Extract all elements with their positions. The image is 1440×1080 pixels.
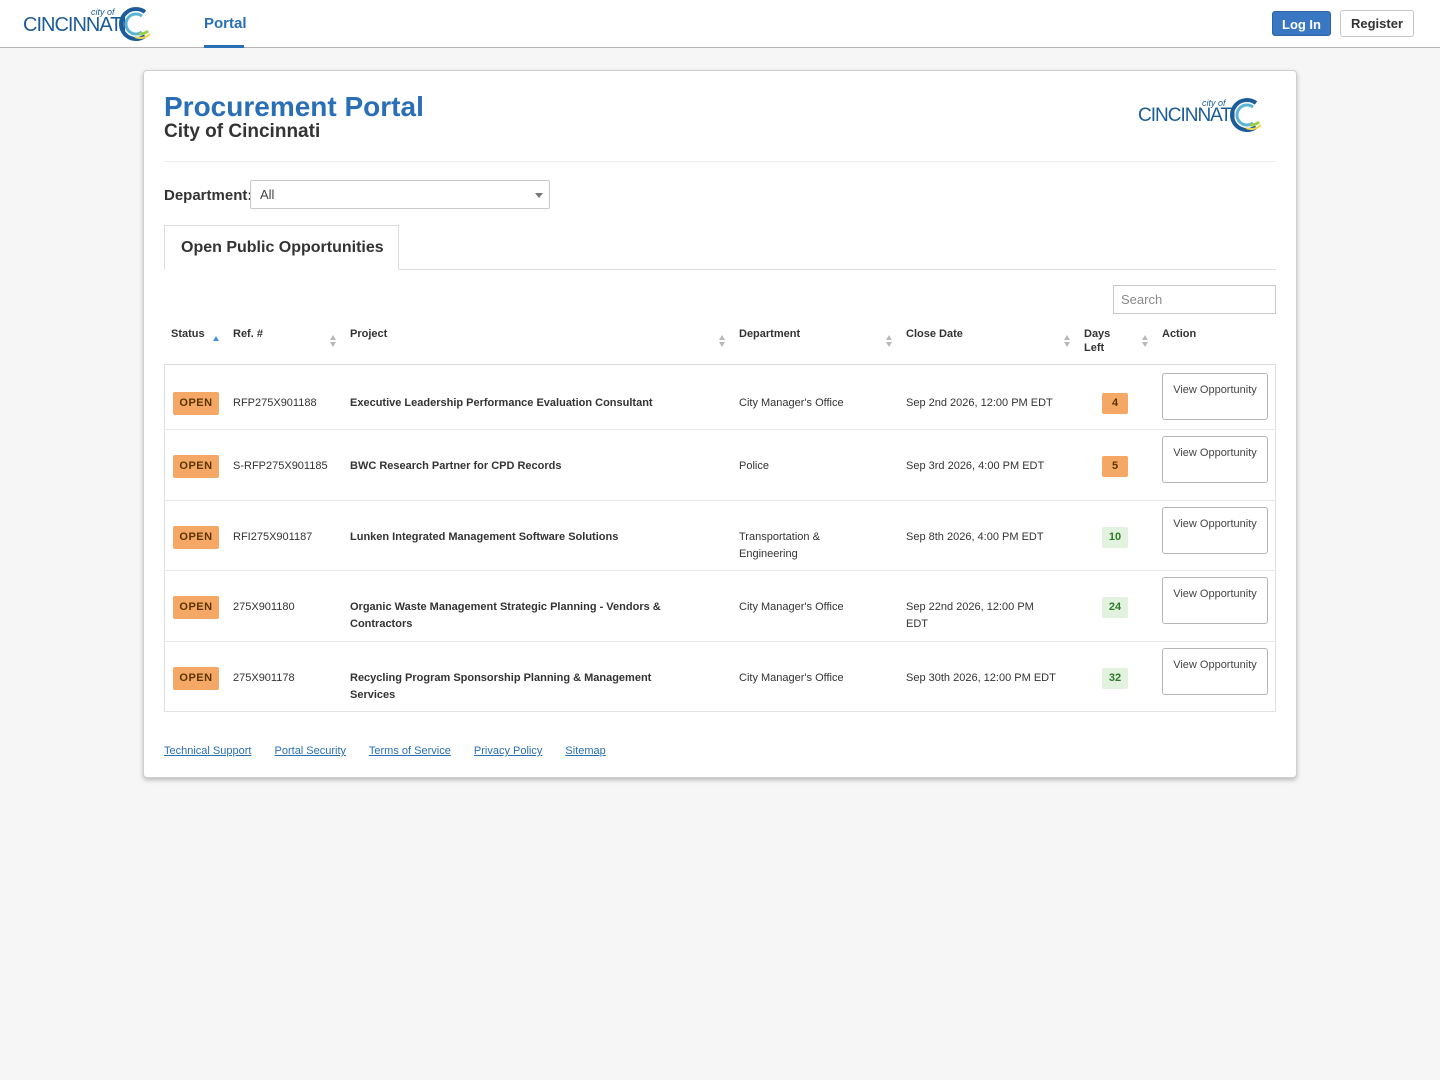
sort-ascending-icon[interactable] xyxy=(213,336,219,341)
close-date: Sep 22nd 2026, 12:00 PM EDT xyxy=(906,601,1034,630)
footer-link-technical-support[interactable]: Technical Support xyxy=(164,745,251,757)
view-opportunity-button[interactable]: View Opportunity xyxy=(1162,577,1268,624)
column-header-department[interactable]: Department xyxy=(739,327,800,341)
column-header-days-left[interactable]: Days Left xyxy=(1084,327,1124,355)
days-left-badge: 32 xyxy=(1102,668,1128,689)
table-header: Status Ref. # Project Department Close D… xyxy=(164,319,1276,365)
table-row: OPEN 275X901178 Recycling Program Sponso… xyxy=(165,641,1275,711)
department-name: City Manager's Office xyxy=(739,672,844,684)
days-left-badge: 10 xyxy=(1102,527,1128,548)
table-row: OPEN RFP275X901188 Executive Leadership … xyxy=(165,365,1275,429)
project-name: BWC Research Partner for CPD Records xyxy=(350,460,562,472)
department-name: City Manager's Office xyxy=(739,397,844,409)
top-navbar: city of CINCINNATI Portal Log In Registe… xyxy=(0,0,1440,48)
project-name: Lunken Integrated Management Software So… xyxy=(350,531,619,543)
ref-number: RFI275X901187 xyxy=(233,531,313,543)
days-left-badge: 24 xyxy=(1102,597,1128,618)
login-button[interactable]: Log In xyxy=(1272,11,1331,36)
department-select[interactable]: All xyxy=(250,180,550,209)
footer-links: Technical Support Portal Security Terms … xyxy=(164,745,626,757)
table-row: OPEN S-RFP275X901185 BWC Research Partne… xyxy=(165,429,1275,500)
sort-icon[interactable] xyxy=(1142,335,1149,348)
ref-number: 275X901178 xyxy=(233,672,295,684)
footer-link-sitemap[interactable]: Sitemap xyxy=(565,745,605,757)
logo-c-emblem-icon xyxy=(119,7,151,41)
close-date: Sep 2nd 2026, 12:00 PM EDT xyxy=(906,397,1053,409)
footer-link-privacy-policy[interactable]: Privacy Policy xyxy=(474,745,542,757)
department-name: Transportation & Engineering xyxy=(739,531,820,560)
card-city-logo: city of CINCINNATI xyxy=(1138,93,1264,137)
footer-link-portal-security[interactable]: Portal Security xyxy=(275,745,347,757)
status-badge: OPEN xyxy=(173,455,219,478)
footer-link-terms-of-service[interactable]: Terms of Service xyxy=(369,745,451,757)
main-card: Procurement Portal City of Cincinnati ci… xyxy=(143,70,1297,778)
ref-number: RFP275X901188 xyxy=(233,397,317,409)
logo-wordmark: CINCINNATI xyxy=(23,14,127,36)
table-row: OPEN RFI275X901187 Lunken Integrated Man… xyxy=(165,500,1275,570)
view-opportunity-button[interactable]: View Opportunity xyxy=(1162,373,1268,420)
project-name: Recycling Program Sponsorship Planning &… xyxy=(350,672,652,701)
department-label: Department: xyxy=(164,187,253,204)
days-left-badge: 4 xyxy=(1102,393,1128,414)
city-logo[interactable]: city of CINCINNATI xyxy=(22,2,152,46)
sort-icon[interactable] xyxy=(330,335,337,348)
column-header-close-date[interactable]: Close Date xyxy=(906,327,963,341)
view-opportunity-button[interactable]: View Opportunity xyxy=(1162,436,1268,483)
sort-icon[interactable] xyxy=(1064,335,1071,348)
register-button[interactable]: Register xyxy=(1340,10,1414,37)
status-badge: OPEN xyxy=(173,392,219,415)
column-header-project[interactable]: Project xyxy=(350,327,387,341)
page-title: Procurement Portal xyxy=(164,91,424,122)
close-date: Sep 8th 2026, 4:00 PM EDT xyxy=(906,531,1044,543)
page-subtitle: City of Cincinnati xyxy=(164,121,321,142)
ref-number: 275X901180 xyxy=(233,601,295,613)
days-left-badge: 5 xyxy=(1102,456,1128,477)
sort-icon[interactable] xyxy=(719,335,726,348)
column-header-ref[interactable]: Ref. # xyxy=(233,327,263,341)
logo-c-emblem-icon xyxy=(1230,98,1262,132)
nav-tab-portal[interactable]: Portal xyxy=(204,0,247,48)
status-badge: OPEN xyxy=(173,596,219,619)
chevron-down-icon xyxy=(535,193,543,198)
project-name: Organic Waste Management Strategic Plann… xyxy=(350,601,661,630)
column-header-status[interactable]: Status xyxy=(171,327,205,341)
search-input[interactable] xyxy=(1113,285,1276,314)
department-select-value: All xyxy=(260,187,275,202)
logo-wordmark: CINCINNATI xyxy=(1138,105,1236,126)
close-date: Sep 30th 2026, 12:00 PM EDT xyxy=(906,672,1056,684)
status-badge: OPEN xyxy=(173,526,219,549)
sort-icon[interactable] xyxy=(886,335,893,348)
header-divider xyxy=(164,161,1276,162)
table-row: OPEN 275X901180 Organic Waste Management… xyxy=(165,570,1275,641)
project-name: Executive Leadership Performance Evaluat… xyxy=(350,397,653,409)
status-badge: OPEN xyxy=(173,667,219,690)
close-date: Sep 3rd 2026, 4:00 PM EDT xyxy=(906,460,1045,472)
ref-number: S-RFP275X901185 xyxy=(233,460,328,472)
opportunities-table-body: OPEN RFP275X901188 Executive Leadership … xyxy=(164,365,1276,712)
view-opportunity-button[interactable]: View Opportunity xyxy=(1162,648,1268,695)
department-name: Police xyxy=(739,460,769,472)
tab-open-public-opportunities[interactable]: Open Public Opportunities xyxy=(164,225,399,270)
column-header-action: Action xyxy=(1162,328,1197,340)
view-opportunity-button[interactable]: View Opportunity xyxy=(1162,507,1268,554)
department-name: City Manager's Office xyxy=(739,601,844,613)
